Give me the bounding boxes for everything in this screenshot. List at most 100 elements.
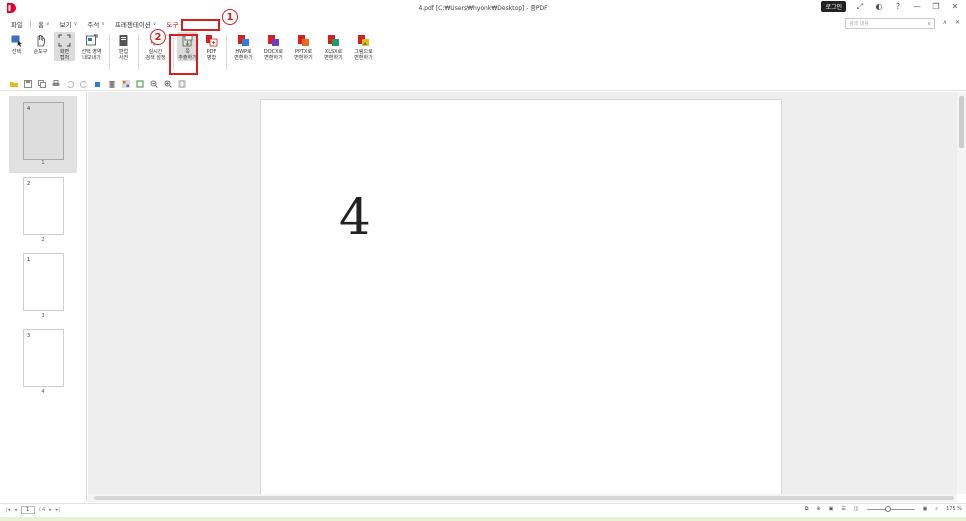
horizontal-scrollbar[interactable] (88, 494, 957, 502)
save-icon[interactable] (24, 80, 32, 88)
convert-docx-label: DOCX로 변환하기 (263, 49, 284, 61)
zoom-search-icon[interactable]: ⌕ (935, 506, 938, 512)
menu-home[interactable]: 홈 ∨ (33, 17, 55, 31)
single-page-icon[interactable]: ▣ (829, 506, 834, 512)
horizontal-scroll-thumb[interactable] (94, 496, 954, 500)
close-icon[interactable]: ✕ (950, 2, 960, 11)
fit-view-icon[interactable]: ⧉ (805, 506, 809, 512)
collapse-ribbon-icon[interactable]: ∧ (943, 19, 947, 26)
zoom-level[interactable]: 175 % (946, 506, 962, 512)
xlsx-file-icon (328, 35, 339, 46)
dictionary-label: 판업 사전 (118, 49, 129, 61)
login-button[interactable]: 로그인 (821, 1, 846, 12)
vertical-scroll-thumb[interactable] (959, 96, 964, 148)
ribbon-toolbar: 선택 손도구 화면 캡처 선택 영역 내보내기 판업 사전 실시간 검색 설정 … (0, 32, 966, 77)
menu-view[interactable]: 보기 ∨ (55, 17, 83, 31)
highlight-extract-pages (169, 34, 198, 75)
search-placeholder: 검색 내용 (849, 21, 869, 27)
convert-image-label: 그림으로 변환하기 (354, 49, 373, 61)
pptx-file-icon (298, 35, 309, 46)
total-pages: / 4 (38, 507, 46, 513)
chevron-down-icon: ∨ (45, 21, 50, 27)
document-page[interactable]: 4 (260, 99, 782, 499)
screen-capture-button[interactable]: 화면 캡처 (54, 32, 75, 61)
page-number-input[interactable]: 1 (20, 506, 35, 514)
quick-access-toolbar (0, 78, 966, 91)
pdf-merge-button[interactable]: PDF 병합 (201, 32, 222, 61)
image-file-icon (358, 35, 369, 46)
continuous-page-icon[interactable]: ☰ (841, 506, 845, 512)
view-controls: ⧉ ⊕ ▣ ☰ ◫ ▣ ⌕ 175 % (805, 505, 962, 512)
thumbnail-page-3[interactable]: 1 3 (10, 249, 76, 321)
chevron-down-icon[interactable]: ∨ (927, 21, 931, 27)
zoom-in-icon[interactable] (164, 80, 172, 88)
pdf-merge-icon (206, 35, 218, 47)
chevron-down-icon: ∨ (73, 21, 78, 27)
last-page-icon[interactable]: ▸| (56, 507, 60, 513)
print-icon[interactable] (52, 80, 60, 88)
step-1-marker: 1 (222, 9, 238, 25)
zoom-out-icon[interactable] (150, 80, 158, 88)
next-page-icon[interactable]: ▸ (49, 507, 52, 513)
zoom-slider[interactable] (866, 505, 915, 512)
grid-icon[interactable] (122, 80, 130, 88)
select-button[interactable]: 선택 (6, 32, 27, 55)
thumbnail-image: 2 (23, 177, 64, 235)
thumbnail-content: 2 (27, 181, 31, 187)
restore-icon[interactable]: ❐ (931, 2, 941, 11)
theme-icon[interactable]: ◐ (874, 2, 884, 11)
dictionary-button[interactable]: 판업 사전 (113, 32, 134, 61)
thumbnail-page-1[interactable]: 4 1 (9, 96, 77, 173)
expand-icon[interactable]: ⤢ (855, 2, 865, 12)
copy-icon[interactable] (38, 80, 46, 88)
convert-image-button[interactable]: 그림으로 변환하기 (350, 32, 377, 61)
menu-tools-label: 도구 (166, 21, 179, 29)
convert-hwp-button[interactable]: HWP로 변환하기 (230, 32, 257, 61)
prev-page-icon[interactable]: ◂ (14, 507, 17, 513)
page-navigation: |◂ ◂ 1 / 4 ▸ ▸| (6, 506, 60, 514)
thumbnail-page-number: 3 (41, 313, 45, 319)
first-page-icon[interactable]: |◂ (6, 507, 10, 513)
convert-xlsx-label: XLSX로 변환하기 (324, 49, 343, 61)
capture-icon (58, 34, 71, 47)
close-search-icon[interactable]: ✕ (955, 19, 960, 26)
convert-pptx-button[interactable]: PPTX로 변환하기 (290, 32, 317, 61)
book-icon (119, 35, 128, 46)
document-canvas[interactable]: 4 (88, 92, 957, 499)
thumbnail-page-4[interactable]: 3 4 (10, 325, 76, 397)
open-folder-icon[interactable] (10, 80, 18, 88)
undo-icon[interactable] (66, 80, 74, 88)
menu-file[interactable]: 파일 (6, 17, 28, 31)
vertical-scrollbar[interactable] (957, 92, 966, 494)
rotate-icon[interactable] (94, 80, 102, 88)
redo-icon[interactable] (80, 80, 88, 88)
menu-separator (29, 20, 31, 28)
convert-pptx-label: PPTX로 변환하기 (294, 49, 313, 61)
convert-xlsx-button[interactable]: XLSX로 변환하기 (320, 32, 347, 61)
zoom-slider-handle[interactable] (884, 505, 891, 512)
zoom-fit-icon[interactable]: ⊕ (816, 506, 820, 512)
delete-icon[interactable] (108, 80, 116, 88)
two-page-icon[interactable]: ◫ (854, 506, 859, 512)
zoompdf-window: 4.pdf [C:₩Users₩hyonk₩Desktop] - 줌PDF 로그… (0, 0, 966, 521)
thumbnail-page-2[interactable]: 2 2 (10, 173, 76, 245)
realtime-search-settings-label: 실시간 검색 설정 (145, 49, 166, 61)
thumbnail-image: 3 (23, 329, 64, 387)
ribbon-separator (109, 34, 110, 70)
thumbnail-panel: 4 1 2 2 1 3 3 4 (0, 92, 87, 502)
help-icon[interactable]: ? (893, 2, 903, 11)
export-selection-button[interactable]: 선택 영역 내보내기 (78, 32, 105, 61)
zoom-box-icon[interactable]: ▣ (923, 506, 928, 512)
page-view-icon[interactable] (178, 80, 186, 88)
status-bar: |◂ ◂ 1 / 4 ▸ ▸| ⧉ ⊕ ▣ ☰ ◫ ▣ ⌕ 175 % (0, 503, 966, 517)
menu-annotate[interactable]: 주석 ∨ (82, 17, 110, 31)
bookmark-icon[interactable] (136, 80, 144, 88)
minimize-icon[interactable]: — (912, 2, 922, 11)
window-controls: 로그인 ⤢ ◐ ? — ❐ ✕ (821, 1, 960, 12)
search-input[interactable]: 검색 내용 ∨ (845, 18, 935, 29)
convert-docx-button[interactable]: DOCX로 변환하기 (260, 32, 287, 61)
thumbnail-image: 4 (23, 102, 64, 160)
screen-capture-label: 화면 캡처 (59, 49, 70, 61)
hand-tool-button[interactable]: 손도구 (30, 32, 51, 55)
convert-hwp-label: HWP로 변환하기 (234, 49, 253, 61)
